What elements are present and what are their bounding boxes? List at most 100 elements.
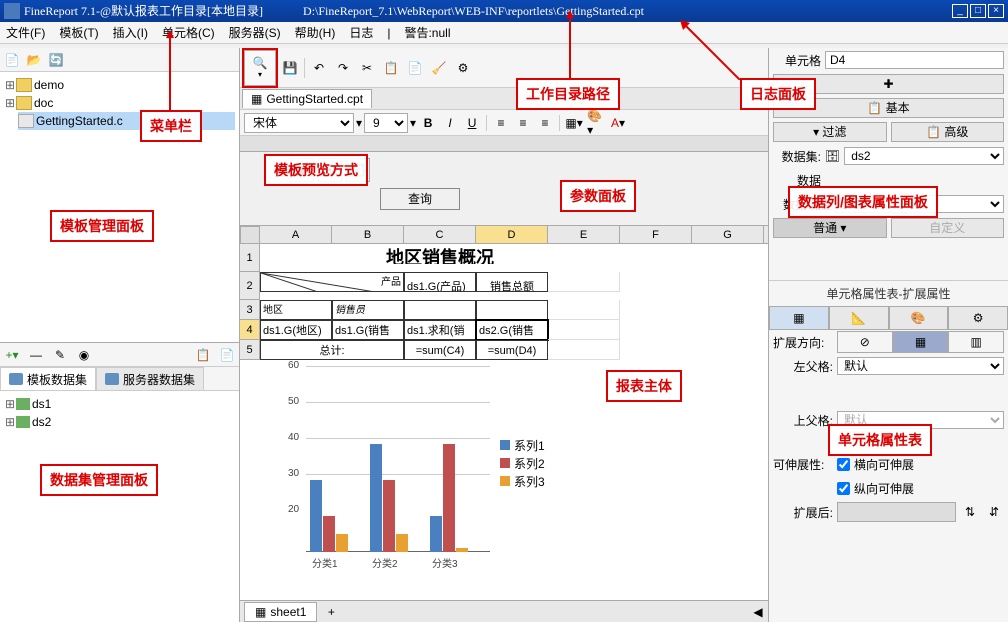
maximize-button[interactable]: □ <box>970 4 986 18</box>
scroll-left-icon[interactable]: ◀ <box>748 602 768 622</box>
sort-desc-icon[interactable]: ⇵ <box>984 502 1004 522</box>
col-head-E[interactable]: E <box>548 226 620 243</box>
cell-E3[interactable] <box>548 300 620 320</box>
font-size-select[interactable]: 9 <box>364 113 408 133</box>
align-center-icon[interactable]: ≡ <box>513 113 533 133</box>
tool-icon[interactable]: ⚙ <box>453 58 473 78</box>
preview-button[interactable]: 🔍 ▾ <box>244 50 276 86</box>
border-icon[interactable]: ▦▾ <box>564 113 584 133</box>
attr-tab-4[interactable]: ⚙ <box>948 306 1008 330</box>
new-file-icon[interactable]: 📄 <box>2 50 22 70</box>
menu-help[interactable]: 帮助(H) <box>295 24 336 41</box>
bgcolor-icon[interactable]: 🎨▾ <box>586 113 606 133</box>
add-button[interactable]: ✚ <box>773 74 1004 94</box>
template-tree[interactable]: ⊞ demo ⊞ doc GettingStarted.c <box>0 72 239 342</box>
cell-B4[interactable]: ds1.G(销售 <box>332 320 404 340</box>
setting-select[interactable]: 分组 <box>835 195 1004 213</box>
cell-E2[interactable] <box>548 272 620 292</box>
add-sheet-icon[interactable]: + <box>321 602 341 622</box>
expand-none-button[interactable]: ⊘ <box>837 331 893 353</box>
cell-A3[interactable]: 地区 <box>260 300 332 320</box>
cut-icon[interactable]: ✂ <box>357 58 377 78</box>
tree-item-demo[interactable]: ⊞ demo <box>4 76 235 94</box>
filter-button[interactable]: ▾ 过滤 <box>773 122 887 142</box>
left-parent-select[interactable]: 默认 <box>837 357 1004 375</box>
param-layer-icon[interactable]: ▣ <box>290 158 314 182</box>
col-head-B[interactable]: B <box>332 226 404 243</box>
tree-item-gettingstarted[interactable]: GettingStarted.c <box>18 112 235 130</box>
menu-insert[interactable]: 插入(I) <box>113 24 148 41</box>
row-head-4[interactable]: 4 <box>240 320 260 340</box>
expand-v-button[interactable]: ▦ <box>893 331 949 353</box>
expand-icon[interactable]: ⊞ <box>4 415 16 429</box>
expand-icon[interactable]: ⊞ <box>4 78 16 92</box>
paste-icon[interactable]: 📄 <box>217 345 237 365</box>
v-stretch-checkbox[interactable] <box>837 482 850 495</box>
h-stretch-checkbox[interactable] <box>837 458 850 471</box>
row-head-3[interactable]: 3 <box>240 300 260 320</box>
dropdown-icon[interactable]: ▾ <box>410 116 416 130</box>
sheet-tab-sheet1[interactable]: ▦ sheet1 <box>244 602 317 622</box>
underline-icon[interactable]: U <box>462 113 482 133</box>
cell-C2[interactable]: ds1.G(产品) <box>404 272 476 292</box>
attr-tab-3[interactable]: 🎨 <box>889 306 949 330</box>
cell-B3[interactable]: 销售员 <box>332 300 404 320</box>
menu-log[interactable]: 日志 <box>349 24 373 41</box>
custom-button[interactable]: 自定义 <box>891 218 1005 238</box>
dataset-select[interactable]: ds2 <box>844 147 1004 165</box>
tab-server-dataset[interactable]: 服务器数据集 <box>96 367 204 390</box>
query-button[interactable]: 查询 <box>380 188 460 210</box>
ds-tree[interactable]: ⊞ ds1 ⊞ ds2 <box>0 391 239 622</box>
cell-ref-input[interactable] <box>825 51 1004 69</box>
up-parent-select[interactable]: 默认 <box>837 411 1004 429</box>
parameter-panel[interactable]: ▣ 👁 🔄 查询 <box>240 136 768 226</box>
cell-title[interactable]: 地区销售概况 <box>260 244 620 264</box>
bold-icon[interactable]: B <box>418 113 438 133</box>
basic-button[interactable]: 📋 基本 <box>773 98 1004 118</box>
minimize-button[interactable]: _ <box>952 4 968 18</box>
col-head-D[interactable]: D <box>476 226 548 243</box>
preview-dataset-icon[interactable]: ◉ <box>74 345 94 365</box>
cell-A4[interactable]: ds1.G(地区) <box>260 320 332 340</box>
advanced-button[interactable]: 📋 高级 <box>891 122 1005 142</box>
edit-dataset-icon[interactable]: ✎ <box>50 345 70 365</box>
col-head-A[interactable]: A <box>260 226 332 243</box>
fontcolor-icon[interactable]: A▾ <box>608 113 628 133</box>
tree-item-doc[interactable]: ⊞ doc <box>4 94 235 112</box>
menu-server[interactable]: 服务器(S) <box>229 24 281 41</box>
cell-D3[interactable] <box>476 300 548 320</box>
sort-asc-icon[interactable]: ⇅ <box>960 502 980 522</box>
col-head-C[interactable]: C <box>404 226 476 243</box>
row-head-1[interactable]: 1 <box>240 244 260 272</box>
save-icon[interactable]: 💾 <box>280 58 300 78</box>
cell-E4[interactable] <box>548 320 620 340</box>
ds-item-ds1[interactable]: ⊞ ds1 <box>4 395 235 413</box>
expand-icon[interactable]: ⊞ <box>4 96 16 110</box>
cell-A2[interactable]: 产品 <box>260 272 404 292</box>
clear-icon[interactable]: 🧹 <box>429 58 449 78</box>
tab-template-dataset[interactable]: 模板数据集 <box>0 367 96 390</box>
menu-template[interactable]: 模板(T) <box>59 24 98 41</box>
param-refresh-icon[interactable]: 🔄 <box>346 158 370 182</box>
copy-icon[interactable]: 📋 <box>381 58 401 78</box>
ds-item-ds2[interactable]: ⊞ ds2 <box>4 413 235 431</box>
select-all-corner[interactable] <box>240 226 260 244</box>
align-left-icon[interactable]: ≡ <box>491 113 511 133</box>
menu-cell[interactable]: 单元格(C) <box>162 24 215 41</box>
doc-tab-gettingstarted[interactable]: ▦ GettingStarted.cpt <box>242 89 372 108</box>
normal-button[interactable]: 普通 ▾ <box>773 218 887 238</box>
cell-C4[interactable]: ds1.求和(销 <box>404 320 476 340</box>
undo-icon[interactable]: ↶ <box>309 58 329 78</box>
col-head-G[interactable]: G <box>692 226 764 243</box>
redo-icon[interactable]: ↷ <box>333 58 353 78</box>
open-folder-icon[interactable]: 📂 <box>24 50 44 70</box>
menu-file[interactable]: 文件(F) <box>6 24 45 41</box>
sheet-area[interactable]: A B C D E F G 1 2 3 4 5 地区销售概况 产品 ds1. <box>240 226 768 600</box>
param-hide-icon[interactable]: 👁 <box>318 158 342 182</box>
close-button[interactable]: × <box>988 4 1004 18</box>
embedded-chart[interactable]: 60 50 40 30 20 分类1 分类2 <box>260 356 560 576</box>
expand-h-button[interactable]: ▥ <box>948 331 1004 353</box>
row-head-2[interactable]: 2 <box>240 272 260 300</box>
copy-icon[interactable]: 📋 <box>193 345 213 365</box>
expand-icon[interactable]: ⊞ <box>4 397 16 411</box>
